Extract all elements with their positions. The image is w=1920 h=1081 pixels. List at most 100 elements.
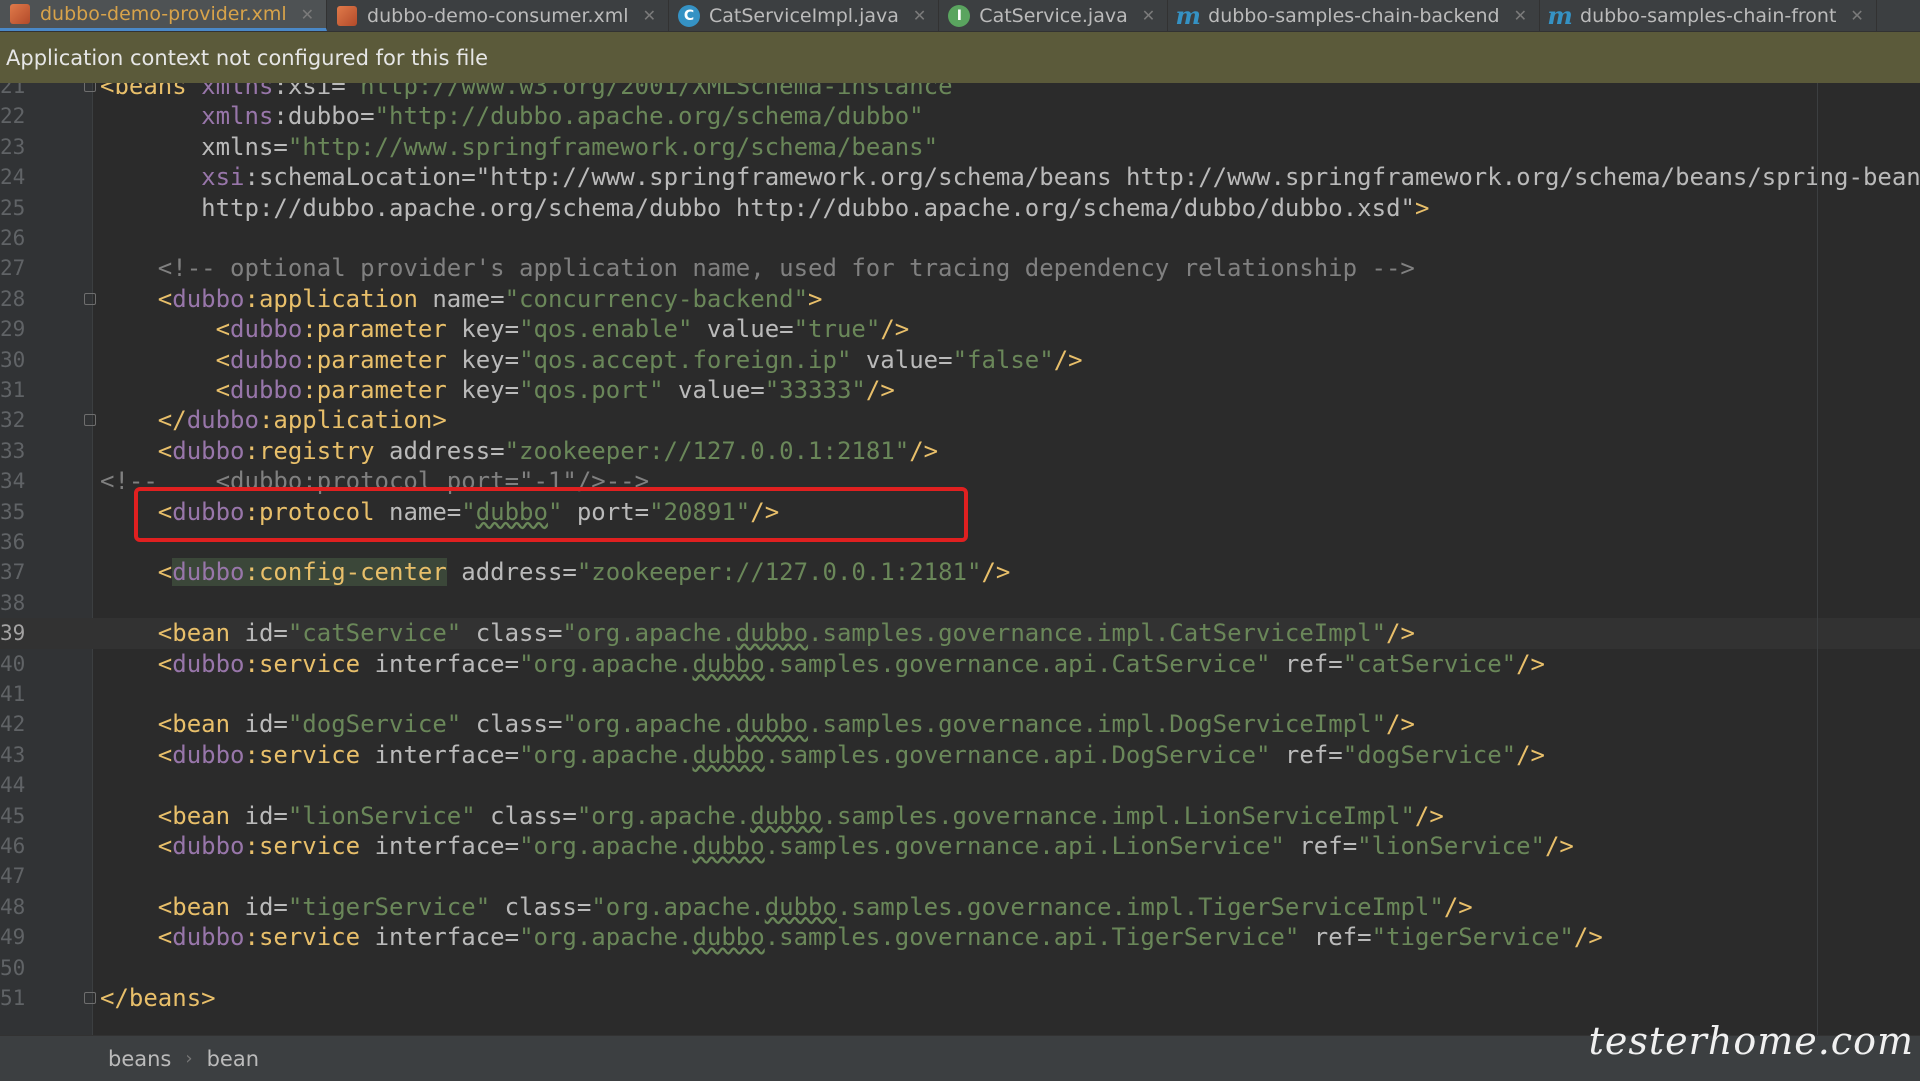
line-number: 25 (0, 195, 26, 220)
code-text: <!-- optional provider's application nam… (100, 254, 1415, 283)
editor-tab-bar: dubbo-demo-provider.xml ✕ dubbo-demo-consu… (0, 0, 1920, 32)
close-icon[interactable]: ✕ (301, 5, 314, 24)
code-line[interactable]: 49 <dubbo:service interface="org.apache.… (0, 922, 1920, 952)
editor-tab[interactable]: m dubbo-samples-chain-front ✕ (1540, 0, 1877, 31)
close-icon[interactable]: ✕ (1850, 6, 1863, 25)
editor-tab[interactable]: dubbo-demo-consumer.xml ✕ (327, 0, 669, 31)
code-text: </dubbo:application> (157, 406, 447, 435)
code-text: <bean id="catService" class="org.apache.… (157, 619, 1415, 648)
code-line[interactable]: 26 (0, 223, 1920, 253)
code-line[interactable]: 23 xmlns="http://www.springframework.org… (0, 132, 1920, 162)
editor-tab[interactable]: I CatService.java ✕ (939, 0, 1169, 31)
code-line[interactable]: 50 (0, 953, 1920, 983)
editor-tab[interactable]: m dubbo-samples-chain-backend ✕ (1168, 0, 1541, 31)
close-icon[interactable]: ✕ (913, 6, 926, 25)
code-line[interactable]: 36 (0, 527, 1920, 557)
breadcrumb-item-beans[interactable]: beans (108, 1047, 171, 1071)
line-number: 46 (0, 834, 26, 858)
tab-label: CatService.java (979, 4, 1128, 27)
close-icon[interactable]: ✕ (643, 6, 656, 25)
code-text: xmlns:dubbo="http://dubbo.apache.org/sch… (201, 102, 924, 131)
code-line[interactable]: 45 <bean id="lionService" class="org.apa… (0, 801, 1920, 831)
code-text: <dubbo:parameter key="qos.port" value="3… (215, 376, 895, 404)
code-text: xsi:schemaLocation="http://www.springfra… (201, 163, 1920, 192)
code-text: xmlns="http://www.springframework.org/sc… (201, 132, 939, 161)
code-line[interactable]: 25 http://dubbo.apache.org/schema/dubbo … (0, 193, 1920, 223)
code-line[interactable]: 22 xmlns:dubbo="http://dubbo.apache.org/… (0, 101, 1920, 131)
code-line[interactable]: 34 <!-- <dubbo:protocol port="-1"/>--> (0, 466, 1920, 496)
code-text: <dubbo:service interface="org.apache.dub… (157, 832, 1574, 860)
code-line[interactable]: 43 <dubbo:service interface="org.apache.… (0, 740, 1920, 770)
tab-label: dubbo-samples-chain-backend (1208, 4, 1500, 27)
close-icon[interactable]: ✕ (1514, 6, 1527, 25)
code-line[interactable]: 27 <!-- optional provider's application … (0, 253, 1920, 283)
fold-toggle-icon[interactable] (84, 414, 96, 427)
code-line[interactable]: 29 <dubbo:parameter key="qos.enable" val… (0, 314, 1920, 344)
fold-toggle-icon[interactable] (84, 292, 96, 305)
line-number: 30 (0, 347, 26, 372)
line-number: 21 (0, 83, 26, 98)
banner-text: Application context not configured for t… (6, 45, 489, 70)
code-line[interactable]: 24 xsi:schemaLocation="http://www.spring… (0, 162, 1920, 192)
line-number: 51 (0, 986, 26, 1010)
xml-file-icon (8, 2, 32, 26)
editor-tab[interactable]: C CatServiceImpl.java ✕ (669, 0, 940, 31)
java-class-icon: C (677, 4, 701, 28)
code-text: <dubbo:config-center address="zookeeper:… (157, 558, 1011, 587)
line-number: 43 (0, 742, 26, 767)
code-line[interactable]: 37 <dubbo:config-center address="zookeep… (0, 557, 1920, 587)
line-number: 41 (0, 682, 26, 706)
code-line[interactable]: 33 <dubbo:registry address="zookeeper://… (0, 436, 1920, 466)
code-text: http://dubbo.apache.org/schema/dubbo htt… (201, 193, 1430, 222)
code-line[interactable]: 41 (0, 679, 1920, 709)
line-number: 33 (0, 438, 26, 463)
xml-file-icon (335, 4, 359, 28)
right-margin-guide (1817, 83, 1818, 1035)
close-icon[interactable]: ✕ (1142, 6, 1155, 25)
code-line[interactable]: 46 <dubbo:service interface="org.apache.… (0, 831, 1920, 861)
code-text: <dubbo:parameter key="qos.accept.foreign… (215, 345, 1083, 374)
code-line[interactable]: 35 <dubbo:protocol name="dubbo" port="20… (0, 497, 1920, 527)
code-text: </beans> (100, 984, 216, 1012)
code-line[interactable]: 47 (0, 861, 1920, 891)
code-text: <bean id="lionService" class="org.apache… (157, 801, 1444, 830)
code-line[interactable]: 48 <bean id="tigerService" class="org.ap… (0, 892, 1920, 922)
code-text: <dubbo:service interface="org.apache.dub… (157, 923, 1603, 952)
line-number: 40 (0, 651, 26, 676)
breadcrumb-item-bean[interactable]: bean (207, 1047, 259, 1071)
code-text: <!-- <dubbo:protocol port="-1"/>--> (100, 467, 650, 496)
code-line[interactable]: 28 <dubbo:application name="concurrency-… (0, 284, 1920, 314)
code-text: <dubbo:parameter key="qos.enable" value=… (215, 315, 910, 344)
maven-module-icon: m (1547, 0, 1573, 30)
fold-toggle-icon[interactable] (84, 992, 96, 1004)
code-editor[interactable]: 21 <beans xmlns:xsi="http://www.w3.org/20… (0, 83, 1920, 1035)
code-line[interactable]: 30 <dubbo:parameter key="qos.accept.fore… (0, 345, 1920, 375)
code-line[interactable]: 39 <bean id="catService" class="org.apac… (0, 618, 1920, 649)
code-text: <bean id="dogService" class="org.apache.… (157, 710, 1415, 739)
code-line[interactable]: 32 </dubbo:application> (0, 405, 1920, 435)
code-line[interactable]: 44 (0, 770, 1920, 800)
code-text: <dubbo:service interface="org.apache.dub… (157, 740, 1545, 769)
line-number: 44 (0, 773, 26, 798)
line-number: 34 (0, 469, 26, 494)
code-line[interactable]: 21 <beans xmlns:xsi="http://www.w3.org/20… (0, 83, 1920, 101)
code-text: <dubbo:application name="concurrency-bac… (157, 284, 823, 313)
code-line[interactable]: 31 <dubbo:parameter key="qos.port" value… (0, 375, 1920, 405)
line-number: 26 (0, 226, 26, 250)
line-number: 27 (0, 256, 26, 281)
line-number: 24 (0, 165, 26, 190)
line-number: 42 (0, 712, 26, 737)
line-number: 38 (0, 590, 26, 615)
code-line[interactable]: 42 <bean id="dogService" class="org.apac… (0, 709, 1920, 739)
code-line[interactable]: 51 </beans> (0, 983, 1920, 1013)
code-line[interactable]: 38 (0, 588, 1920, 618)
code-text: <dubbo:service interface="org.apache.dub… (157, 649, 1545, 678)
notification-banner: Application context not configured for t… (0, 32, 1920, 83)
fold-toggle-icon[interactable] (84, 83, 96, 92)
ide-window: dubbo-demo-provider.xml ✕ dubbo-demo-consu… (0, 0, 1920, 1081)
code-line[interactable]: 40 <dubbo:service interface="org.apache.… (0, 649, 1920, 679)
editor-tab[interactable]: dubbo-demo-provider.xml ✕ (0, 0, 328, 31)
code-text: <bean id="tigerService" class="org.apach… (157, 892, 1473, 921)
watermark: testerhome.com (1588, 1019, 1914, 1063)
tab-label: dubbo-demo-consumer.xml (367, 4, 629, 27)
